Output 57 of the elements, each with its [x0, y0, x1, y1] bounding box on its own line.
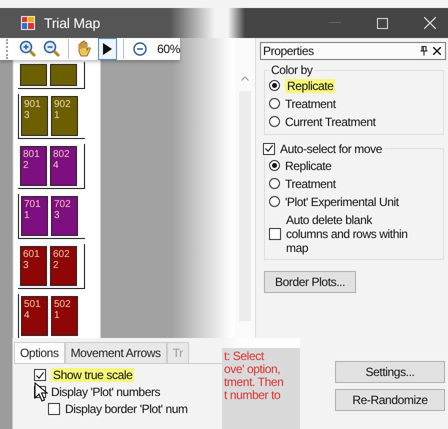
- plot-cell[interactable]: 802 4: [50, 146, 77, 186]
- plot-cell[interactable]: [50, 64, 77, 86]
- plot-cell[interactable]: 602 2: [50, 246, 77, 286]
- mouse-cursor-icon: [34, 382, 48, 402]
- option-label[interactable]: 'Plot' Experimental Unit: [285, 194, 399, 208]
- plot-cell[interactable]: 501 4: [21, 296, 48, 336]
- radio-button[interactable]: [269, 98, 280, 109]
- option-label[interactable]: Display border 'Plot' num: [65, 402, 188, 416]
- checkbox[interactable]: [263, 142, 275, 154]
- pin-icon[interactable]: [420, 46, 428, 56]
- radio-button[interactable]: [269, 116, 280, 127]
- pointer-icon: [100, 41, 114, 57]
- option-label[interactable]: Auto-select for move: [280, 142, 382, 156]
- zoom-level[interactable]: 60%: [157, 42, 180, 56]
- radio-button[interactable]: [269, 196, 280, 207]
- scroll-up-icon[interactable]: [241, 76, 249, 81]
- option-label[interactable]: Treatment: [285, 176, 336, 190]
- plot-cell[interactable]: 901 3: [21, 96, 48, 136]
- checkbox[interactable]: [269, 228, 281, 240]
- instruction-text: t: Select ove' option, tment. Then t number to: [222, 348, 300, 429]
- option-label[interactable]: Show true scale: [51, 368, 134, 382]
- checkbox[interactable]: [48, 403, 60, 415]
- tab[interactable]: Options: [14, 342, 65, 363]
- close-icon[interactable]: [433, 47, 441, 55]
- radio-button[interactable]: [269, 178, 280, 189]
- window-title: Trial Map: [44, 15, 100, 31]
- plot-cell[interactable]: [20, 64, 47, 86]
- zoom-in-tool[interactable]: [18, 38, 38, 60]
- option-label[interactable]: Current Treatment: [285, 114, 376, 128]
- zoom-out-icon: [42, 40, 61, 58]
- option-label[interactable]: Display 'Plot' numbers: [51, 385, 160, 399]
- plot-cell[interactable]: 902 1: [51, 96, 78, 136]
- border-plots-button[interactable]: Border Plots...: [264, 271, 356, 293]
- option-label[interactable]: Replicate: [285, 78, 336, 92]
- option-label[interactable]: Replicate: [285, 158, 332, 172]
- plot-cell[interactable]: 702 3: [51, 196, 78, 236]
- action-button[interactable]: Re-Randomize: [335, 389, 445, 411]
- option-label[interactable]: Auto delete blank columns and rows within map: [286, 213, 414, 255]
- option-label[interactable]: Treatment: [285, 96, 336, 110]
- tab[interactable]: Movement Arrows: [64, 342, 167, 363]
- radio-button[interactable]: [269, 80, 280, 91]
- hand-icon: [76, 40, 92, 58]
- checkbox[interactable]: [34, 369, 46, 381]
- plot-cell[interactable]: 701 1: [21, 196, 48, 236]
- radio-button[interactable]: [269, 160, 280, 171]
- group-label: Color by: [270, 63, 314, 77]
- plot-cell[interactable]: 601 3: [20, 246, 47, 286]
- pointer-tool[interactable]: [98, 38, 118, 60]
- panel-title: Properties: [263, 44, 315, 58]
- maximize-icon[interactable]: [377, 18, 388, 28]
- zoom-out-tool[interactable]: [42, 38, 62, 60]
- zoom-in-icon: [18, 40, 37, 58]
- zoom-out-icon: [132, 41, 148, 57]
- map-icon: [20, 15, 36, 31]
- action-button[interactable]: Settings...: [335, 361, 445, 383]
- plot-cell[interactable]: 801 2: [20, 146, 47, 186]
- plot-cell[interactable]: 502 1: [51, 296, 78, 336]
